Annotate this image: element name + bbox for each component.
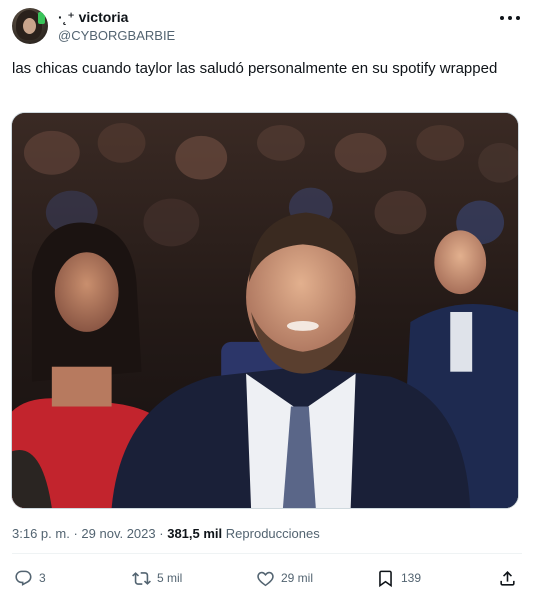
tweet-date[interactable]: 29 nov. 2023 — [81, 526, 155, 541]
views-label: Reproducciones — [225, 526, 320, 541]
reply-icon — [15, 570, 32, 586]
reply-count: 3 — [39, 571, 46, 585]
reply-button[interactable]: 3 — [14, 566, 46, 590]
retweet-count: 5 mil — [157, 571, 183, 585]
like-button[interactable]: 29 mil — [256, 566, 313, 590]
bookmark-icon — [379, 570, 392, 587]
author-names: ·˛⁺ victoria @CYBORGBARBIE — [58, 9, 175, 45]
avatar[interactable] — [12, 8, 48, 44]
meta-separator: · — [73, 526, 78, 541]
author-handle[interactable]: @CYBORGBARBIE — [58, 27, 175, 45]
bookmark-button[interactable]: 139 — [376, 566, 421, 590]
bookmark-count: 139 — [401, 571, 422, 585]
more-horizontal-icon[interactable] — [500, 12, 520, 24]
heart-icon — [257, 571, 274, 586]
divider — [12, 553, 522, 554]
author-display-name[interactable]: ·˛⁺ victoria — [58, 9, 175, 26]
retweet-icon — [132, 571, 151, 585]
media-photo — [12, 113, 518, 508]
like-count: 29 mil — [281, 571, 314, 585]
tweet-text: las chicas cuando taylor las saludó pers… — [12, 60, 498, 77]
tweet-meta: 3:16 p. m. · 29 nov. 2023 · 381,5 mil Re… — [12, 526, 320, 542]
retweet-button[interactable]: 5 mil — [132, 566, 182, 590]
tweet-media-image[interactable] — [11, 112, 519, 509]
share-button[interactable] — [498, 566, 517, 590]
views-count: 381,5 mil — [167, 526, 223, 541]
action-bar: 3 5 mil 29 mil 139 — [12, 566, 522, 590]
meta-separator: · — [159, 526, 164, 541]
tweet-time[interactable]: 3:16 p. m. — [12, 526, 70, 541]
share-icon — [500, 570, 515, 586]
tweet-header: ·˛⁺ victoria @CYBORGBARBIE — [12, 8, 522, 48]
